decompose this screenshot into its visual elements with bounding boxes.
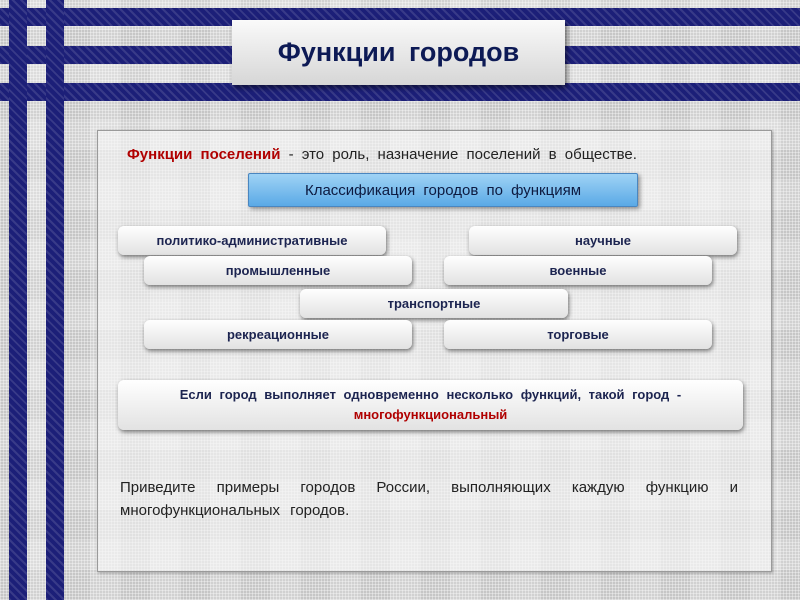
function-trade: торговые	[444, 320, 712, 349]
function-industrial: промышленные	[144, 256, 412, 285]
function-military: военные	[444, 256, 712, 285]
stripe-top-3	[0, 83, 800, 101]
stripe-left-2	[46, 0, 64, 600]
definition-term: Функции поселений	[127, 146, 281, 163]
slide-title: Функции городов	[232, 20, 565, 85]
stripe-left-1	[9, 0, 27, 600]
definition-text: - это роль, назначение поселений в общес…	[280, 146, 637, 163]
note-highlight: многофункциональный	[353, 407, 508, 422]
function-transport: транспортные	[300, 289, 568, 318]
definition: Функции поселений - это роль, назначение…	[127, 146, 637, 163]
multifunctional-note: Если город выполняет одновременно нескол…	[118, 380, 743, 430]
classification-header: Классификация городов по функциям	[248, 173, 638, 207]
function-political: политико-административные	[118, 226, 386, 255]
note-text: Если город выполняет одновременно нескол…	[179, 387, 682, 402]
task-text: Приведите примеры городов России, выполн…	[120, 479, 738, 519]
function-scientific: научные	[469, 226, 737, 255]
function-recreational: рекреационные	[144, 320, 412, 349]
